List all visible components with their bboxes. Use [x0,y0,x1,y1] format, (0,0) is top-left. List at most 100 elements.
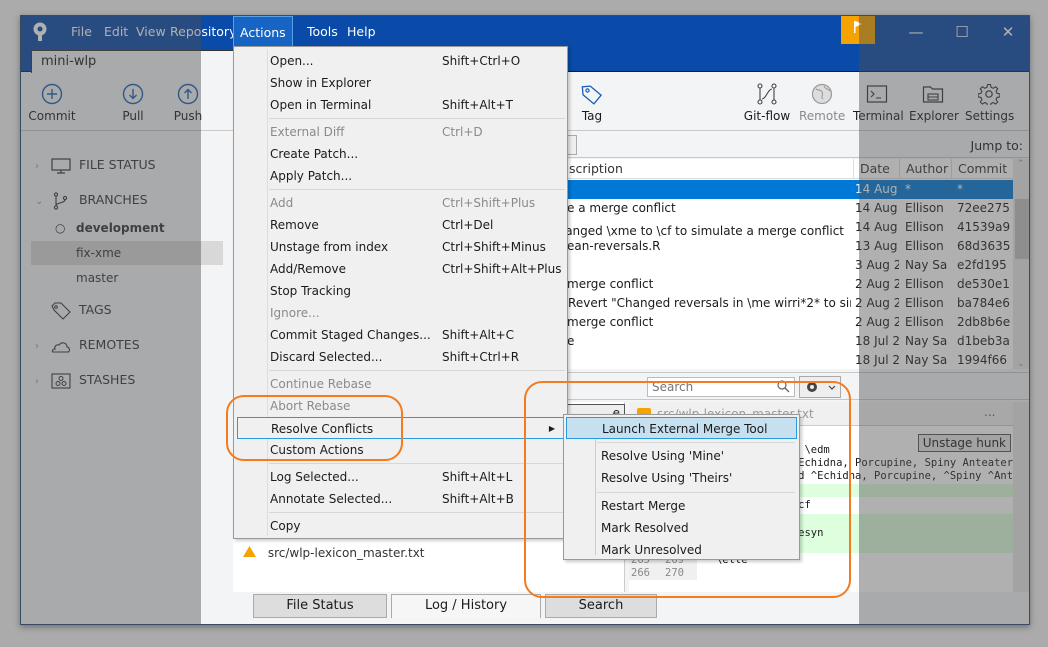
tag-icon [51,301,71,320]
menu-item-shortcut: Shift+Ctrl+O [442,54,521,68]
sidebar-remotes[interactable]: › REMOTES [35,334,140,356]
col-description[interactable]: scription [563,159,853,179]
commit-hash: 68d3635 [957,239,1011,253]
menu-item-open-in-terminal[interactable]: Open in Terminal Shift+Alt+T [237,94,564,116]
menu-item-add[interactable]: Add Ctrl+Shift+Plus [237,192,564,214]
menu-separator [597,492,795,493]
tag-label: Tag [581,109,603,123]
tag-button[interactable]: Tag [577,73,607,131]
menu-help[interactable]: Help [341,16,382,48]
menu-item-continue-rebase[interactable]: Continue Rebase [237,373,564,395]
menu-item-shortcut: Shift+Ctrl+R [442,350,520,364]
menu-item-apply-patch[interactable]: Apply Patch... [237,165,564,187]
tab-file-status[interactable]: File Status [253,594,387,618]
git-flow-label: Git-flow [743,109,791,123]
sidebar-stashes[interactable]: › STASHES [35,369,135,391]
branch-development[interactable]: ○ development [31,216,223,240]
close-window-button[interactable]: ✕ [985,16,1029,48]
monitor-icon [51,157,71,174]
gear-icon [978,83,1000,105]
col-date[interactable]: Date [853,159,899,179]
menu-item-show-in-explorer[interactable]: Show in Explorer [237,72,564,94]
commit-author: Ellison [905,277,944,291]
conflict-file-item[interactable]: src/wlp-lexicon_master.txt [243,546,425,560]
submenu-item-restart-merge[interactable]: Restart Merge [566,495,797,517]
menu-tools[interactable]: Tools [301,16,344,48]
maximize-button[interactable]: ☐ [939,16,985,48]
more-options-button[interactable]: ... [984,405,995,419]
remote-button[interactable]: Remote [799,73,845,131]
menu-item-ignore[interactable]: Ignore... [237,302,564,324]
submenu-item-mark-resolved[interactable]: Mark Resolved [566,517,797,539]
remotes-label: REMOTES [78,337,140,352]
view-options-dropdown[interactable] [799,376,841,398]
minimize-button[interactable]: — [893,16,939,48]
col-author[interactable]: Author [899,159,951,179]
menu-item-external-diff[interactable]: External Diff Ctrl+D [237,121,564,143]
menu-item-resolve-conflicts[interactable]: Resolve Conflicts ▶ [237,417,564,439]
menu-item-label: Unstage from index [270,240,389,254]
settings-label: Settings [965,109,1015,123]
menu-item-add-remove[interactable]: Add/Remove Ctrl+Shift+Alt+Plus [237,258,564,280]
branch-master[interactable]: master [31,266,223,290]
commit-date: 13 Aug [855,239,898,253]
submenu-item-resolve-using-mine[interactable]: Resolve Using 'Mine' [566,445,797,467]
commit-author: * [905,182,911,196]
notification-flag-button[interactable] [841,16,875,44]
repo-tab[interactable]: mini-wlp ✕ [31,50,259,73]
menu-item-open[interactable]: Open... Shift+Ctrl+O [237,50,564,72]
explorer-button[interactable]: Explorer [909,73,959,131]
bottom-tab-bar: File Status Log / History Search [233,594,1029,624]
menu-item-abort-rebase[interactable]: Abort Rebase [237,395,564,417]
menu-item-discard-selected[interactable]: Discard Selected... Shift+Ctrl+R [237,346,564,368]
menu-separator [269,463,565,464]
menu-item-remove[interactable]: Remove Ctrl+Del [237,214,564,236]
diff-line[interactable]: 266 270 [629,567,1013,580]
diff-scrollbar[interactable] [1013,402,1029,592]
scroll-up-icon[interactable]: ⌃ [1017,159,1025,169]
menu-item-stop-tracking[interactable]: Stop Tracking [237,280,564,302]
menu-item-log-selected[interactable]: Log Selected... Shift+Alt+L [237,466,564,488]
submenu-item-launch-external-merge-tool[interactable]: Launch External Merge Tool [566,417,797,439]
menu-repository[interactable]: Repository [164,16,242,48]
menu-actions[interactable]: Actions [233,16,293,48]
settings-button[interactable]: Settings [965,73,1015,131]
tab-log-history[interactable]: Log / History [391,594,541,618]
menu-item-create-patch[interactable]: Create Patch... [237,143,564,165]
commit-description: e a merge conflict [567,201,676,215]
menu-item-annotate-selected[interactable]: Annotate Selected... Shift+Alt+B [237,488,564,510]
menu-item-shortcut: Ctrl+Shift+Plus [442,196,536,210]
sidebar-tags[interactable]: TAGS [35,299,112,321]
push-button[interactable]: Push [171,73,205,131]
cloud-icon [51,341,70,353]
submenu-item-resolve-using-theirs[interactable]: Resolve Using 'Theirs' [566,467,797,489]
menu-item-unstage-from-index[interactable]: Unstage from index Ctrl+Shift+Minus [237,236,564,258]
menu-file[interactable]: File [65,16,98,48]
submenu-item-mark-unresolved[interactable]: Mark Unresolved [566,539,797,561]
search-icon[interactable] [777,380,790,393]
pull-button[interactable]: Pull [117,73,149,131]
tab-search[interactable]: Search [545,594,657,618]
menu-item-custom-actions[interactable]: Custom Actions [237,439,564,461]
log-scrollbar-thumb[interactable] [1015,199,1029,259]
menu-item-commit-staged-changes[interactable]: Commit Staged Changes... Shift+Alt+C [237,324,564,346]
col-commit[interactable]: Commit [951,159,1013,179]
menu-item-shortcut: Shift+Alt+L [442,470,513,484]
submenu-item-label: Resolve Using 'Mine' [601,449,725,463]
branch-fix-xme[interactable]: fix-xme [31,241,223,265]
terminal-button[interactable]: Terminal [853,73,904,131]
commit-button[interactable]: Commit [27,73,77,131]
commit-date: 2 Aug 2 [855,277,899,291]
log-scrollbar[interactable]: ⌃ ⌄ [1013,159,1029,369]
sidebar-file-status[interactable]: › FILE STATUS [35,154,156,176]
search-input[interactable] [647,377,795,397]
folder-icon [922,86,944,103]
scroll-down-icon[interactable]: ⌄ [1017,359,1025,369]
push-label: Push [173,109,203,123]
sidebar-branches[interactable]: ⌄ BRANCHES [35,189,148,211]
pull-label: Pull [122,109,144,123]
commit-description: e [567,334,575,348]
git-flow-button[interactable]: Git-flow [743,73,791,131]
menu-edit[interactable]: Edit [98,16,134,48]
menu-item-copy[interactable]: Copy [237,515,564,537]
